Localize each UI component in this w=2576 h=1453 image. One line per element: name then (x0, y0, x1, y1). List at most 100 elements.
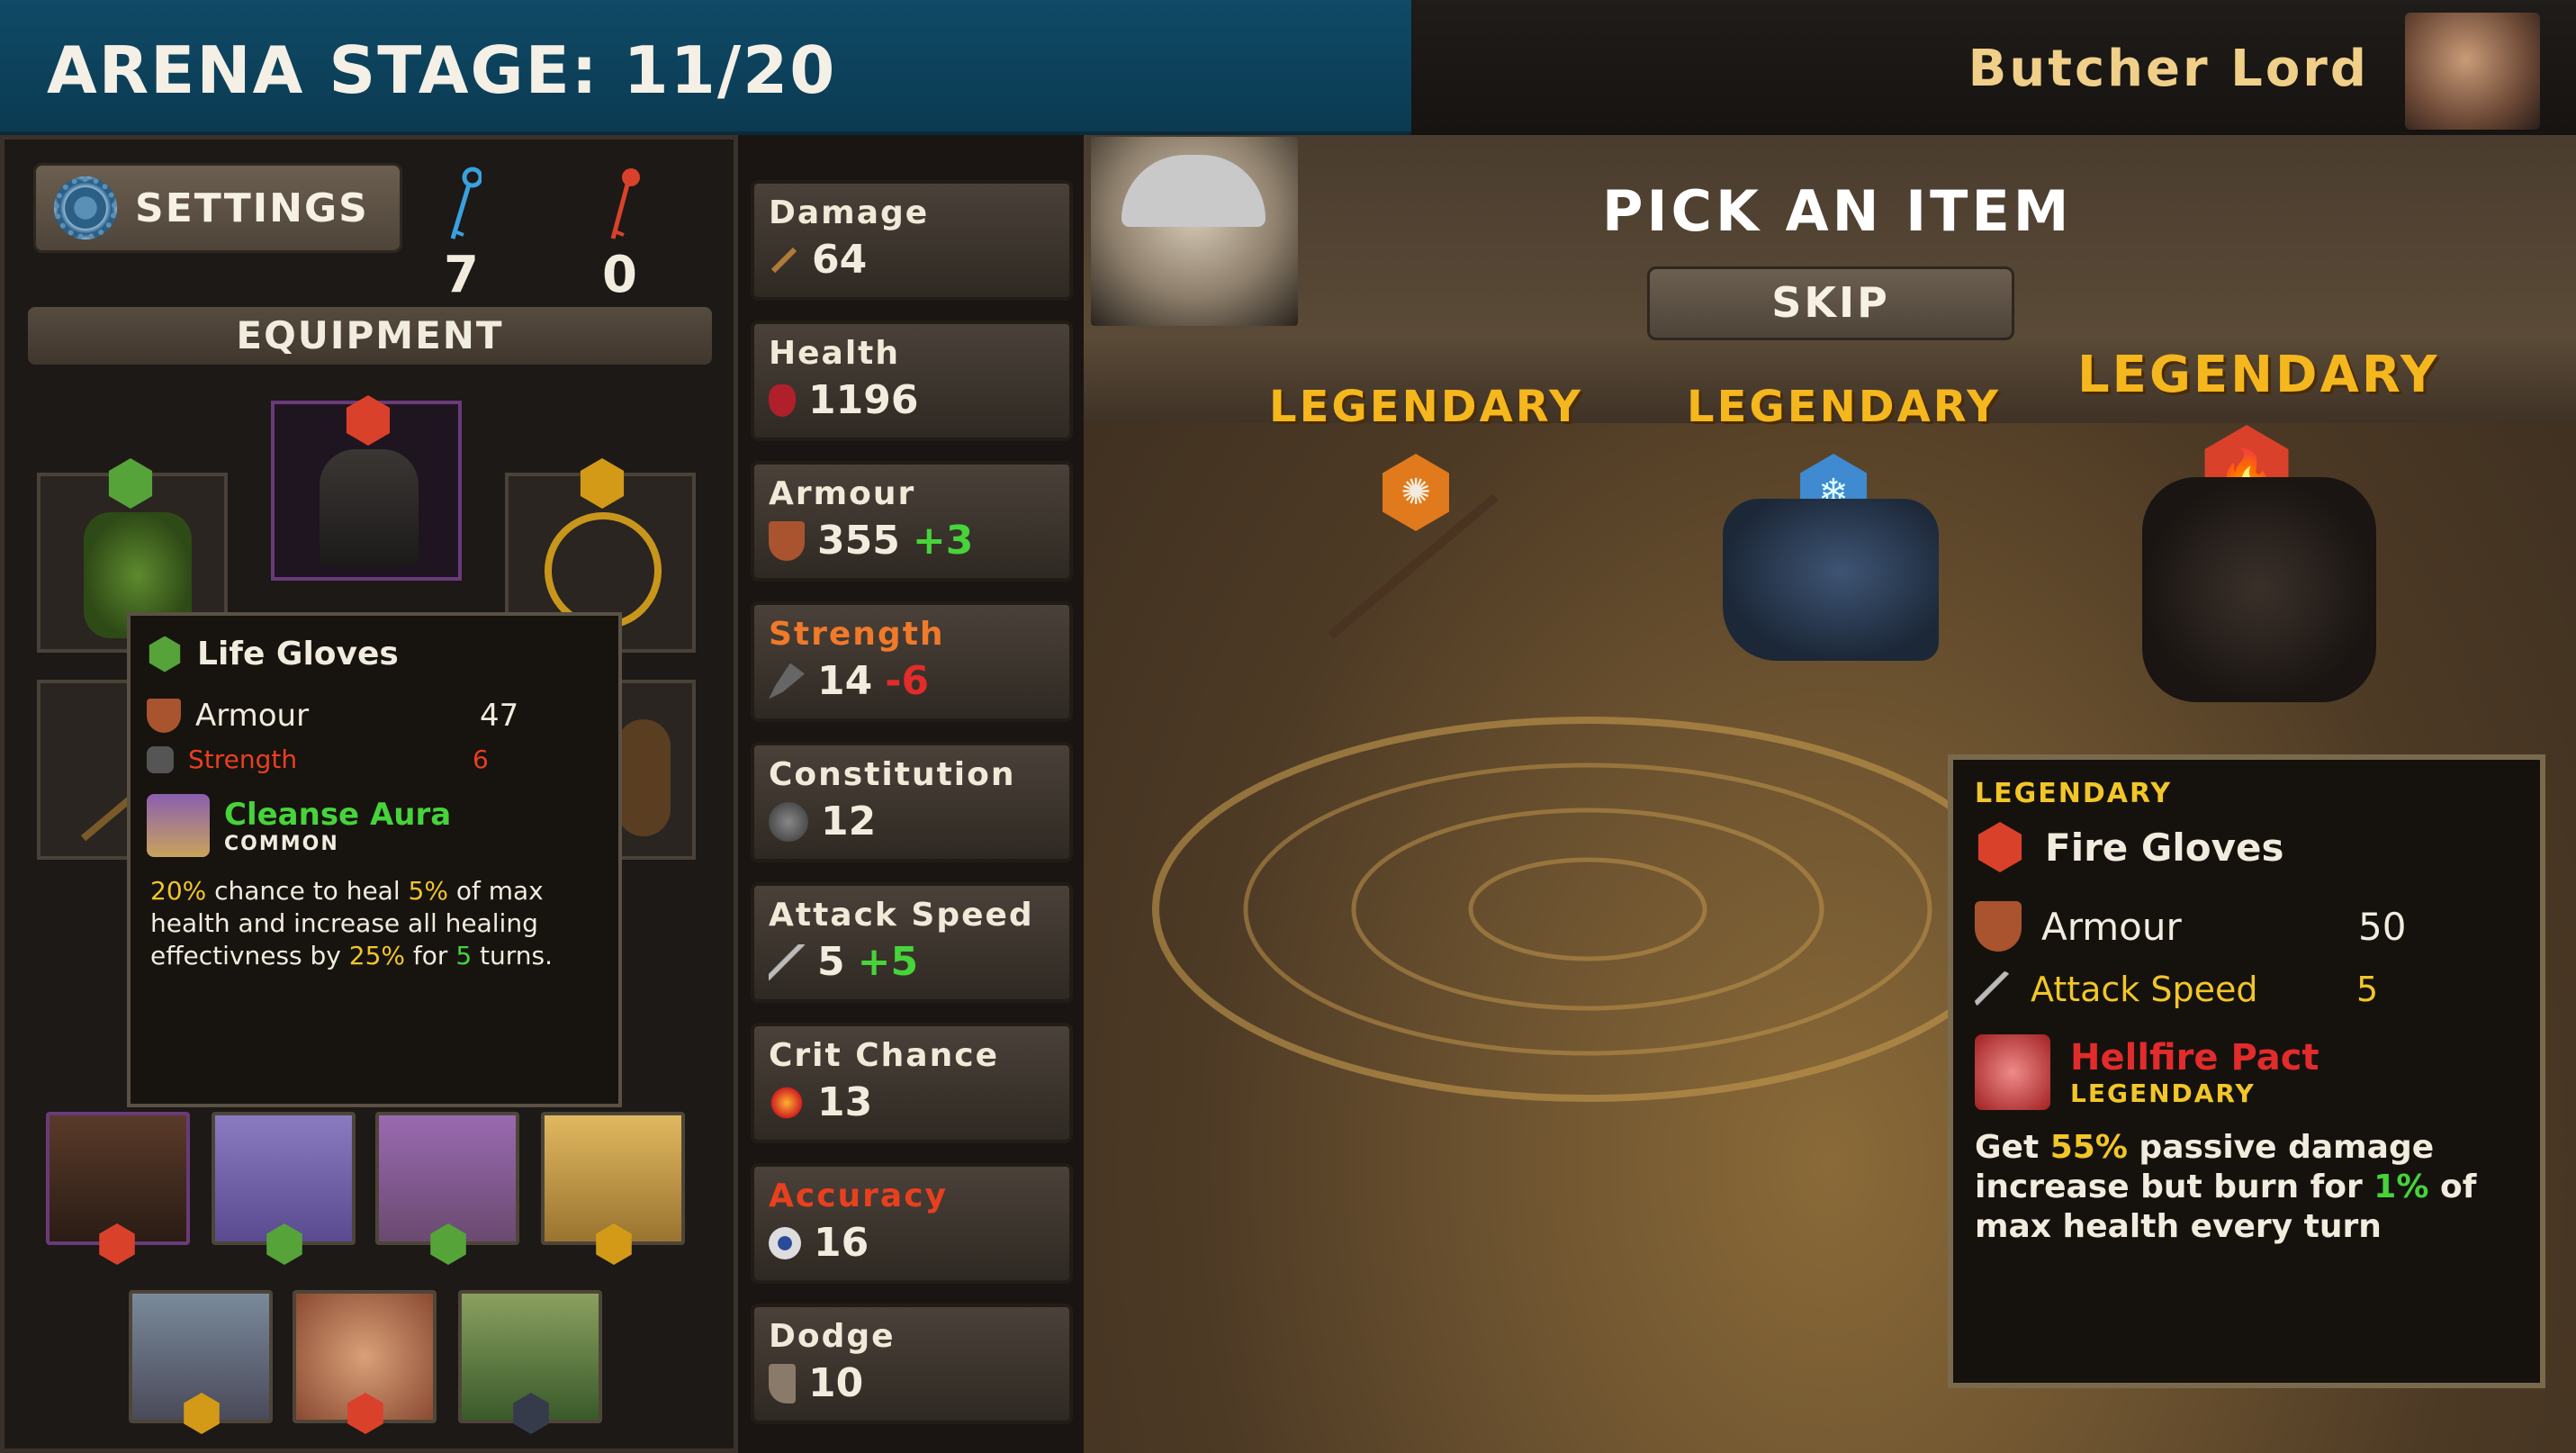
desc-text: turns. (472, 941, 554, 970)
skill-slot-lotus[interactable] (458, 1290, 602, 1434)
stat-label: Health (769, 335, 901, 372)
red-key-count: 0 (602, 246, 637, 304)
stat-value: 16 (814, 1220, 869, 1266)
fairy-ability-icon (147, 794, 210, 857)
stat-value: 5 (817, 939, 845, 985)
enemy-bar: Butcher Lord (1411, 0, 2576, 135)
card-item-name: Fire Gloves (2045, 825, 2284, 870)
card-stat-name: Armour (2041, 904, 2182, 949)
boots-icon (1723, 499, 1939, 661)
item-choice-spear[interactable]: LEGENDARY ✺ (1269, 382, 1581, 688)
tooltip-stat-name: Strength (188, 745, 298, 774)
fire-gem-icon (99, 1223, 135, 1265)
stat-label: Strength (769, 616, 945, 653)
stat-value: 14 (817, 658, 873, 704)
item-choice-fire-gloves[interactable]: LEGENDARY 🔥 (2070, 342, 2448, 720)
nature-gem-icon (108, 458, 153, 509)
stats-column: Damage 64 Health 1196 Armour 355 +3 Stren… (743, 171, 1084, 1453)
shield-icon (1975, 901, 2022, 952)
blue-key-count: 7 (444, 246, 479, 304)
arena-stage-title: ARENA STAGE: 11/20 (47, 32, 837, 108)
stat-label: Armour (769, 475, 916, 512)
skill-slot-rune[interactable] (293, 1290, 437, 1434)
tooltip-stat-value: 47 (480, 698, 519, 734)
desc-value: 1% (2373, 1169, 2429, 1205)
fire-gloves-icon (2142, 477, 2376, 702)
item-rarity: LEGENDARY (1269, 382, 1583, 432)
stat-label: Dodge (769, 1318, 896, 1355)
stat-damage: Damage 64 (751, 180, 1073, 301)
desc-value: 20% (150, 876, 207, 906)
equipment-header: EQUIPMENT (28, 307, 712, 365)
crit-burst-icon (769, 1084, 805, 1121)
lightning-gem-icon (184, 1393, 220, 1434)
stat-dodge: Dodge 10 (751, 1304, 1073, 1424)
settings-label: SETTINGS (135, 185, 369, 231)
nature-gem-icon (266, 1223, 302, 1265)
stat-value: 1196 (808, 377, 919, 423)
tooltip-stat-name: Armour (195, 698, 310, 734)
stat-value: 10 (808, 1360, 864, 1406)
helmet-icon (320, 449, 419, 566)
card-rarity: LEGENDARY (1975, 778, 2173, 809)
left-panel: SETTINGS 7 0 EQUIPMENT Life Gloves Armou… (0, 135, 738, 1453)
stat-constitution: Constitution 12 (751, 742, 1073, 862)
enemy-name: Butcher Lord (1968, 40, 2369, 98)
tooltip-description: 20% chance to heal 5% of max health and … (147, 875, 602, 972)
desc-value: 5% (408, 876, 448, 906)
item-rarity: LEGENDARY (1687, 382, 2001, 432)
fire-gem-icon (347, 1393, 383, 1434)
tooltip-ability-rarity: COMMON (224, 832, 339, 855)
stat-strength: Strength 14 -6 (751, 601, 1073, 722)
desc-text: Get (1975, 1129, 2050, 1166)
stat-crit-chance: Crit Chance 13 (751, 1023, 1073, 1143)
daggers-icon (1975, 971, 2011, 1007)
stat-value: 64 (812, 237, 868, 283)
strength-icon (147, 745, 174, 773)
stat-attack-speed: Attack Speed 5 +5 (751, 882, 1073, 1003)
stat-value: 355 (817, 518, 900, 564)
skill-slot-lava[interactable] (46, 1112, 190, 1265)
skill-slot-lightning-hand[interactable] (541, 1112, 685, 1265)
stat-label: Crit Chance (769, 1037, 999, 1074)
stat-armour: Armour 355 +3 (751, 461, 1073, 582)
desc-value: 25% (348, 941, 405, 970)
skill-slot-fairy[interactable] (212, 1112, 356, 1265)
player-portrait (1091, 137, 1298, 326)
lightning-gem-icon (596, 1223, 632, 1265)
stat-label: Damage (769, 194, 930, 231)
sword-icon (770, 247, 797, 273)
hammer-icon (769, 663, 805, 699)
eye-icon (769, 1226, 801, 1259)
stat-value: 13 (817, 1079, 873, 1125)
stat-label: Accuracy (769, 1178, 949, 1214)
item-choice-boots[interactable]: LEGENDARY ❄ (1687, 382, 1998, 688)
card-stat-value: 5 (2356, 970, 2379, 1009)
tooltip-item-name: Life Gloves (197, 636, 399, 672)
fire-gem-icon (346, 395, 391, 446)
pick-item-title: PICK AN ITEM (1602, 178, 2073, 244)
gear-icon (54, 176, 117, 239)
skill-slot-storm[interactable] (129, 1290, 273, 1434)
fire-gloves-tooltip: LEGENDARY Fire Gloves Armour 50 Attack S… (1948, 754, 2545, 1388)
offhand-icon (617, 719, 671, 836)
equip-slot-helmet[interactable] (271, 395, 462, 581)
desc-text: chance to heal (206, 876, 409, 906)
tooltip-ability-name: Cleanse Aura (224, 796, 452, 833)
dark-gem-icon (513, 1393, 549, 1434)
card-description: Get 55% passive damage increase but burn… (1975, 1128, 2518, 1247)
item-rarity: LEGENDARY (2077, 346, 2440, 404)
round-shield-icon (769, 801, 808, 842)
skill-slot-fairy-portrait[interactable] (375, 1112, 519, 1265)
nature-gem-icon (149, 636, 181, 672)
red-key-icon (610, 168, 640, 239)
shield-icon (769, 520, 805, 561)
desc-value: 55% (2049, 1129, 2128, 1166)
enemy-avatar (2405, 13, 2540, 130)
card-ability-rarity: LEGENDARY (2070, 1078, 2256, 1108)
stage-bar: ARENA STAGE: 11/20 (0, 0, 1411, 135)
tooltip-stat-value: 6 (473, 745, 489, 774)
settings-button[interactable]: SETTINGS (33, 163, 402, 253)
skip-button[interactable]: SKIP (1647, 266, 2014, 340)
stat-health: Health 1196 (751, 320, 1073, 441)
